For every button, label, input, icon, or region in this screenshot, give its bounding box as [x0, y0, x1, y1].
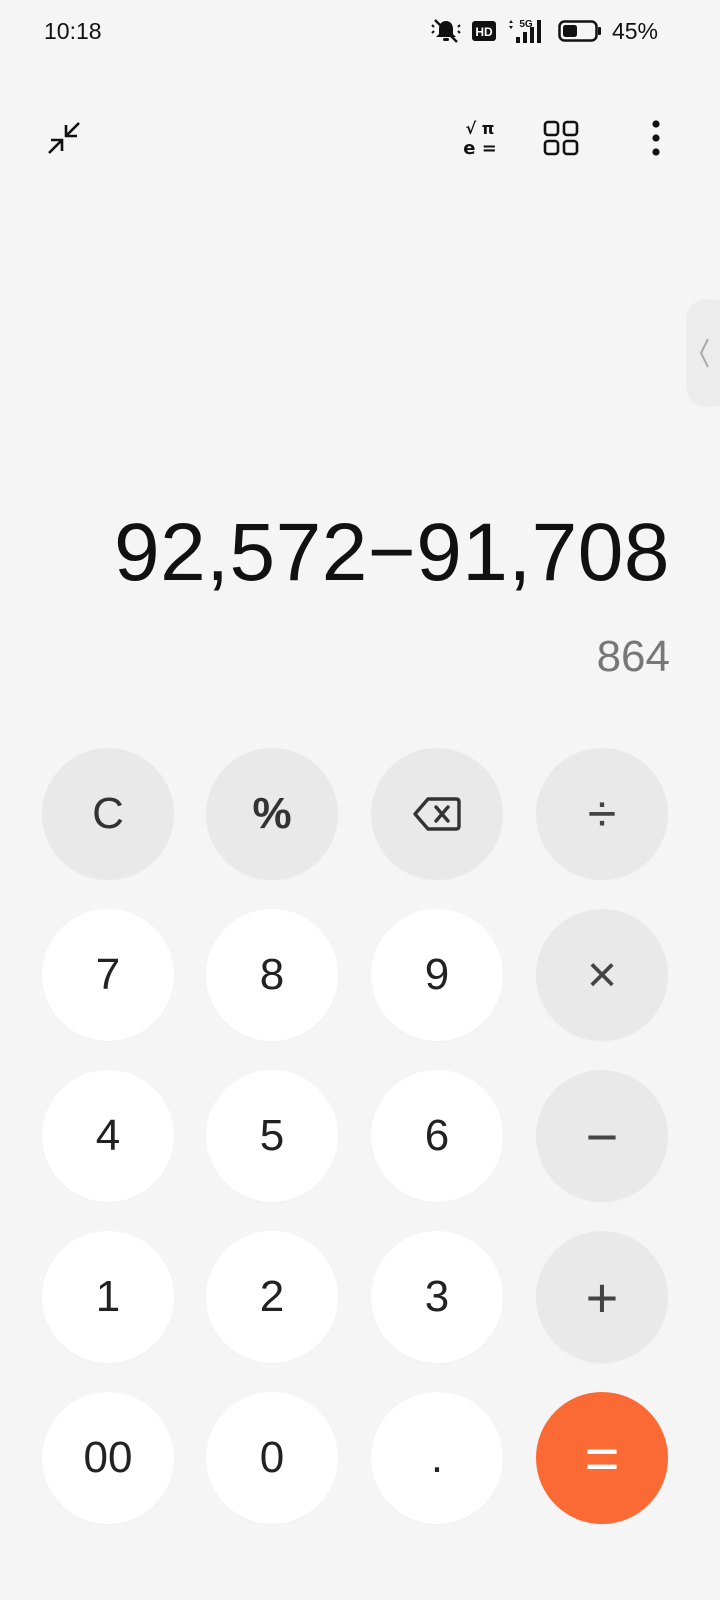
- digit-9-button[interactable]: 9: [371, 909, 503, 1041]
- backspace-icon: [412, 794, 462, 834]
- digit-2-button[interactable]: 2: [206, 1231, 338, 1363]
- silent-mode-icon: [430, 17, 462, 45]
- hd-icon: HD: [471, 21, 496, 41]
- scientific-mode-icon: √ π e =: [458, 118, 502, 158]
- status-icons: HD 5G 45%: [430, 16, 658, 46]
- scientific-top-label: √ π: [466, 119, 495, 138]
- side-panel-handle[interactable]: [688, 300, 720, 406]
- digit-0-button[interactable]: 0: [206, 1392, 338, 1524]
- digit-3-button[interactable]: 3: [371, 1231, 503, 1363]
- double-zero-button[interactable]: 00: [42, 1392, 174, 1524]
- battery-percent: 45%: [611, 17, 658, 44]
- grid-icon: [543, 120, 579, 156]
- signal-5g-icon: 5G: [506, 17, 548, 45]
- battery-icon: [558, 19, 602, 43]
- decimal-point-button[interactable]: .: [371, 1392, 503, 1524]
- divide-button[interactable]: ÷: [536, 748, 668, 880]
- scientific-bottom-label: e =: [463, 138, 497, 158]
- more-vertical-icon: [650, 118, 662, 158]
- digit-6-button[interactable]: 6: [371, 1070, 503, 1202]
- digit-4-button[interactable]: 4: [42, 1070, 174, 1202]
- status-time: 10:18: [44, 18, 102, 44]
- clear-button[interactable]: C: [42, 748, 174, 880]
- backspace-button[interactable]: [371, 748, 503, 880]
- calculator-screen: 10:18 HD 5G 45% √ π e = 92,572−91,708 86…: [0, 0, 720, 1600]
- percent-button[interactable]: %: [206, 748, 338, 880]
- minus-button[interactable]: −: [536, 1070, 668, 1202]
- multiply-button[interactable]: ×: [536, 909, 668, 1041]
- plus-button[interactable]: +: [536, 1231, 668, 1363]
- collapse-button[interactable]: [34, 108, 94, 168]
- hd-label: HD: [475, 25, 493, 39]
- digit-1-button[interactable]: 1: [42, 1231, 174, 1363]
- digit-8-button[interactable]: 8: [206, 909, 338, 1041]
- scientific-mode-button[interactable]: √ π e =: [450, 108, 510, 168]
- expression-display: 92,572−91,708: [114, 507, 670, 598]
- status-bar: 10:18 HD 5G 45%: [0, 0, 720, 64]
- digit-7-button[interactable]: 7: [42, 909, 174, 1041]
- more-options-button[interactable]: [626, 108, 686, 168]
- result-display: 864: [596, 632, 670, 681]
- chevron-left-icon: [697, 336, 711, 370]
- equals-button[interactable]: =: [536, 1392, 668, 1524]
- digit-5-button[interactable]: 5: [206, 1070, 338, 1202]
- grid-button[interactable]: [531, 108, 591, 168]
- collapse-arrows-icon: [44, 118, 84, 158]
